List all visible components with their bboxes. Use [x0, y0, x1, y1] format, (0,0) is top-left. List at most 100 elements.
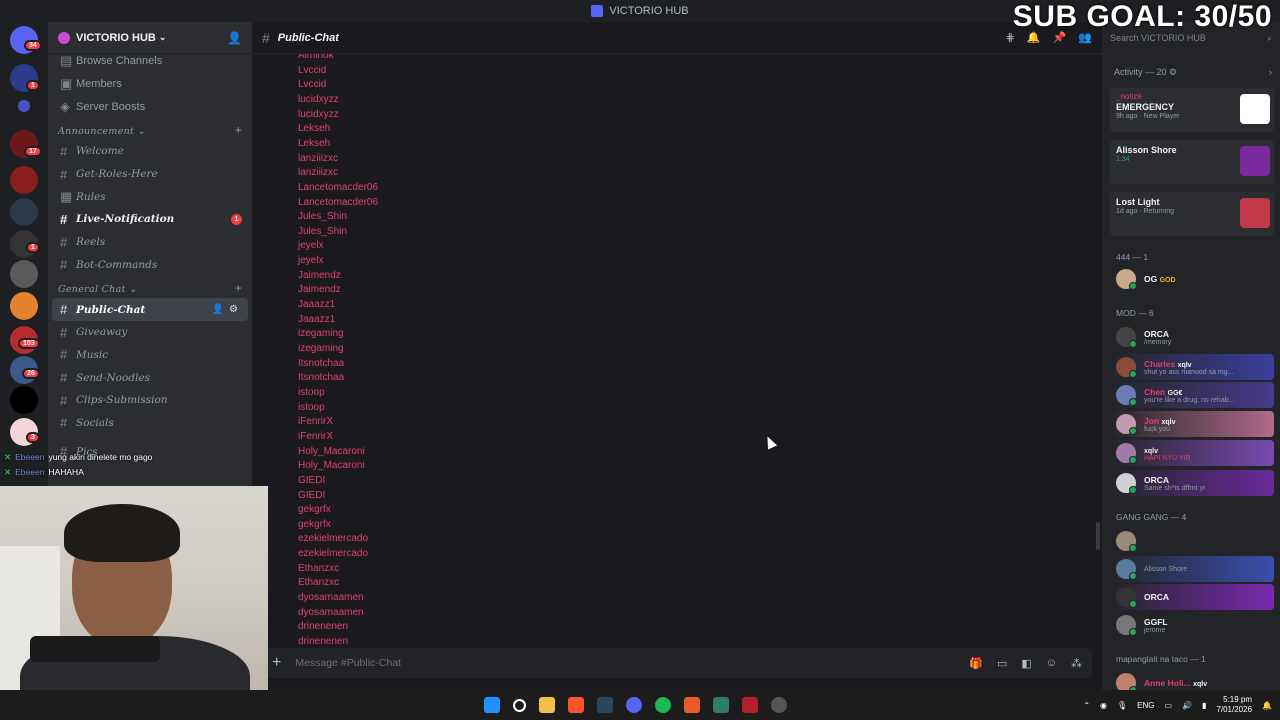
chat-message: Jaaazz1	[298, 313, 336, 325]
avatar	[1116, 414, 1137, 435]
server-badge: 3	[26, 432, 40, 443]
channel-public-chat[interactable]: # Public-Chat 👤 ⚙	[52, 298, 248, 321]
channel-music[interactable]: # Music	[48, 344, 252, 367]
emoji-icon[interactable]: ☺	[1046, 657, 1057, 670]
activity-card[interactable]: _notize EMERGENCY 9h ago · New Player	[1110, 88, 1274, 132]
member-item[interactable]: GGFL jerome	[1110, 612, 1274, 638]
chat-message: Jules_Shin	[298, 225, 347, 237]
search-icon[interactable]	[513, 698, 526, 712]
server-boosts-item[interactable]: ◈ Server Boosts	[48, 95, 252, 118]
member-item[interactable]: ORCA Same sh*ts dffrnt yr	[1110, 470, 1274, 496]
channel-clips-submission[interactable]: # Clips-Submission	[48, 389, 252, 412]
steam-icon[interactable]	[597, 697, 613, 713]
volume-icon[interactable]: 🔊	[1182, 701, 1192, 710]
scrollbar[interactable]	[1096, 522, 1100, 550]
activity-card[interactable]: Alisson Shore 1:34	[1110, 140, 1274, 184]
gif-icon[interactable]: ▭	[997, 657, 1007, 670]
create-channel-icon[interactable]: +	[235, 281, 242, 295]
hash-icon: #	[60, 234, 68, 250]
chat-message: Aiminok	[298, 54, 334, 61]
member-item[interactable]: ORCA/memory	[1110, 324, 1274, 350]
invite-icon[interactable]: 👤	[212, 304, 224, 315]
brave-browser-icon[interactable]	[568, 697, 584, 713]
gear-icon[interactable]: ⚙	[1169, 67, 1177, 78]
channel-send-noodles[interactable]: # Send-Noodles	[48, 366, 252, 389]
message-list[interactable]: Aiminok Lvccid Lvccid lucidxyzz lucidxyzz Lek…	[252, 54, 1102, 646]
server-icon[interactable]	[10, 166, 38, 194]
member-item[interactable]	[1110, 528, 1274, 554]
server-icon[interactable]	[10, 260, 38, 288]
invite-people-icon[interactable]: 👤	[227, 31, 242, 45]
group-header: 444 — 1	[1116, 252, 1149, 262]
message-composer[interactable]: + Message #Public-Chat 🎁 ▭ ◧ ☺ ⁂	[262, 648, 1092, 678]
chat-message: Jaaazz1	[298, 299, 336, 311]
chat-message: dyosamaamen	[298, 592, 364, 604]
member-item[interactable]: Chen GG€ you're like a drug, no rehab...	[1110, 382, 1274, 408]
category-general-chat[interactable]: General Chat ⌄ +	[48, 276, 252, 298]
app-icon[interactable]	[742, 697, 758, 713]
member-item[interactable]: OG GOD	[1110, 266, 1274, 292]
chat-message: jeyelx	[298, 240, 324, 252]
member-item[interactable]: xqlv HAPI NYU YIR	[1110, 440, 1274, 466]
clock[interactable]: 5:19 pm 7/01/2026	[1216, 695, 1252, 715]
server-icon[interactable]	[10, 198, 38, 226]
group-header: MOD — 6	[1116, 308, 1154, 318]
file-explorer-icon[interactable]	[539, 697, 555, 713]
add-attachment-icon[interactable]: +	[272, 654, 281, 672]
mic-icon[interactable]: 🎙	[1117, 701, 1127, 710]
server-shield-icon	[58, 31, 70, 44]
chat-message: lucidxyzz	[298, 108, 339, 120]
notification-icon[interactable]: 🔔	[1262, 701, 1272, 710]
member-item[interactable]: ORCA	[1110, 584, 1274, 610]
chevron-up-icon[interactable]: ⌃	[1083, 701, 1090, 710]
app-icon[interactable]	[713, 697, 729, 713]
sticker-icon[interactable]: ◧	[1021, 657, 1031, 670]
member-item[interactable]: Alisson Shore	[1110, 556, 1274, 582]
member-item[interactable]: Jon xqlv fuck you	[1110, 411, 1274, 437]
avatar	[1116, 443, 1137, 464]
apps-icon[interactable]: ⁂	[1071, 657, 1082, 670]
battery-icon[interactable]: ▮	[1202, 701, 1206, 710]
discord-icon[interactable]	[626, 697, 642, 713]
message-input[interactable]: Message #Public-Chat	[295, 657, 401, 669]
obs-icon[interactable]	[771, 697, 787, 713]
language-indicator[interactable]: ENG	[1137, 701, 1154, 710]
member-item[interactable]: Anne Holi... xqlv	[1110, 670, 1274, 690]
channel-get-roles-here[interactable]: # Get-Roles-Here	[48, 163, 252, 186]
members-icon: ▣	[60, 76, 73, 92]
server-icon[interactable]	[10, 386, 38, 414]
spotify-icon[interactable]	[655, 697, 671, 713]
channel-giveaway[interactable]: # Giveaway	[48, 321, 252, 344]
chat-message: Ethanzxc	[298, 577, 340, 589]
channel-rules[interactable]: ▦ Rules	[48, 185, 252, 208]
app-icon[interactable]	[684, 697, 700, 713]
channel-welcome[interactable]: # Welcome	[48, 140, 252, 163]
chevron-right-icon[interactable]: ›	[1269, 67, 1272, 78]
member-list: Search VICTORIO HUB ⌕ Activity — 20 ⚙ › …	[1102, 22, 1280, 690]
create-channel-icon[interactable]: +	[235, 123, 242, 137]
chat-message: Itsnotchaa	[298, 372, 345, 384]
channel-reels[interactable]: # Reels	[48, 231, 252, 254]
folder-icon[interactable]	[18, 100, 30, 112]
member-item[interactable]: Charles xqlv shut yo ass manood sa mg...	[1110, 354, 1274, 380]
activity-card[interactable]: Lost Light 1d ago · Returning	[1110, 192, 1274, 236]
browse-channels-item[interactable]: ▤ Browse Channels	[48, 50, 252, 73]
network-icon[interactable]: ◉	[1100, 701, 1107, 710]
chat-message: ezekielmercado	[298, 548, 369, 560]
chat-message: Holy_Macaroni	[298, 445, 365, 457]
app-logo-icon	[591, 5, 604, 17]
wifi-icon[interactable]: ▭	[1165, 701, 1173, 710]
hash-icon: #	[60, 211, 68, 227]
category-announcement[interactable]: Announcement ⌄ +	[48, 118, 252, 140]
channel-live-notification[interactable]: # Live-Notification 1	[48, 208, 252, 231]
channel-socials[interactable]: # Socials	[48, 412, 252, 435]
server-icon[interactable]	[10, 292, 38, 320]
chat-message: Lancetomacder06	[298, 196, 379, 208]
members-item[interactable]: ▣ Members	[48, 73, 252, 96]
server-badge: 34	[24, 40, 42, 51]
channel-bot-commands[interactable]: # Bot-Commands	[48, 254, 252, 277]
chat-message: Jaimendz	[298, 284, 341, 296]
gift-icon[interactable]: 🎁	[969, 657, 983, 670]
gear-icon[interactable]: ⚙	[229, 304, 238, 315]
windows-start-icon[interactable]	[484, 697, 500, 713]
